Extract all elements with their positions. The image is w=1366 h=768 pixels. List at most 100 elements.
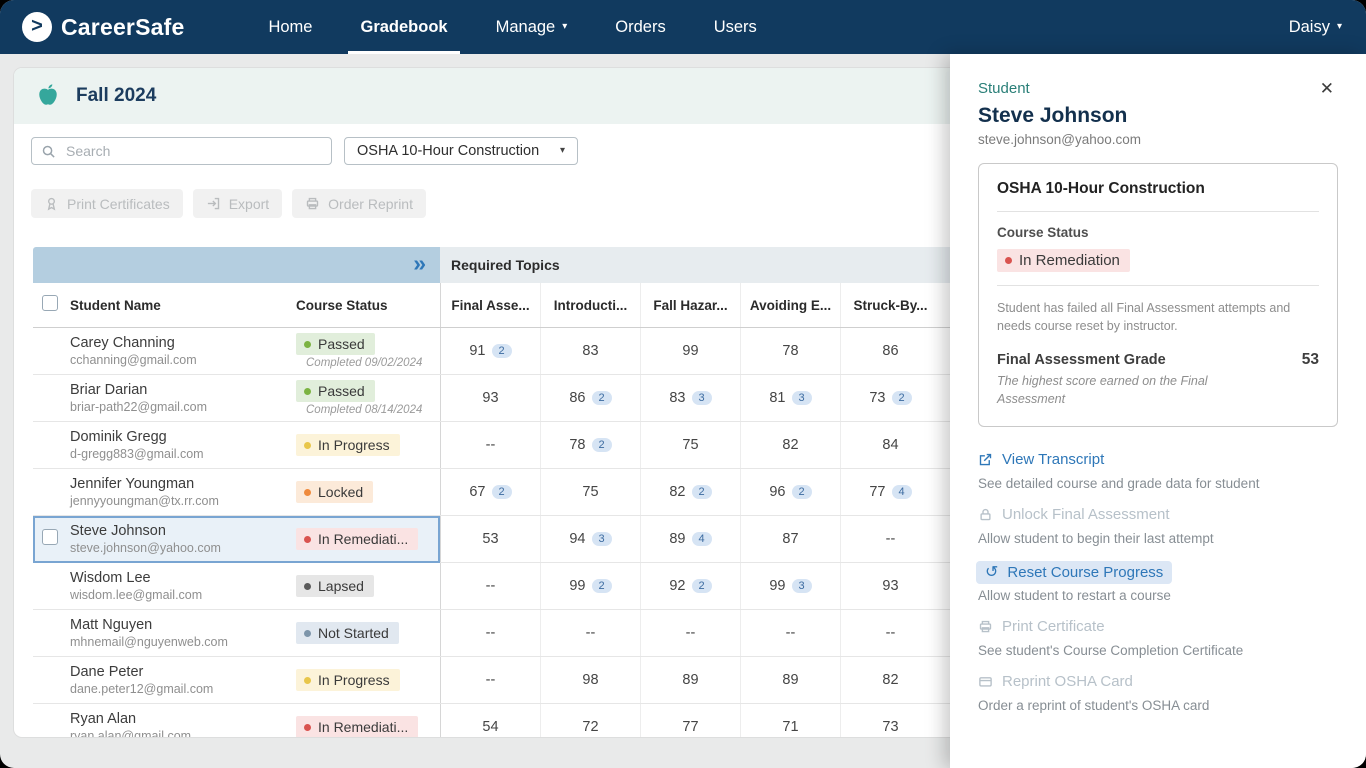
score-cell: 672 [440,469,540,515]
student-email: cchanning@gmail.com [70,353,290,367]
score-value: 87 [782,531,798,547]
reset-course-progress-button[interactable]: ↺Reset Course Progress [976,561,1172,584]
score-cell: 73 [840,704,940,737]
action-label: Print Certificate [1002,618,1105,635]
search-box [31,137,332,165]
user-name: Daisy [1289,18,1330,37]
score-cell: 98 [540,657,640,703]
attempts-chip: 3 [792,391,812,405]
brand-logo-icon: > [22,12,52,42]
status-badge: Lapsed [296,575,374,597]
score-cell: -- [640,610,740,656]
score-value: 77 [682,719,698,735]
search-input[interactable] [64,138,323,164]
student-name-cell: Dane Peterdane.peter12@gmail.com [64,664,290,696]
course-status-cell: In Progress [290,669,440,691]
nav-item-manage[interactable]: Manage ▾ [472,0,592,54]
view-transcript-button[interactable]: View Transcript [978,451,1104,468]
student-name: Briar Darian [70,382,290,398]
column-header-course-status[interactable]: Course Status [290,298,440,313]
user-menu[interactable]: Daisy ▾ [1289,18,1342,37]
score-value: 82 [669,484,685,500]
action-view-transcript: View TranscriptSee detailed course and g… [978,451,1338,491]
column-header-student-name[interactable]: Student Name [64,298,290,313]
reprint-osha-card-button[interactable]: Reprint OSHA Card [978,673,1133,690]
student-email: jennyyoungman@tx.rr.com [70,494,290,508]
toolbar-order-reprint-button[interactable]: Order Reprint [292,189,426,218]
score-cell: 72 [540,704,640,737]
status-badge: In Progress [296,669,400,691]
attempts-chip: 4 [892,485,912,499]
status-badge: In Remediati... [296,528,418,550]
score-value: -- [486,625,496,641]
student-email: dane.peter12@gmail.com [70,682,290,696]
status-label: In Remediati... [318,531,408,547]
nav-label: Manage [496,18,556,37]
print-certificate-button[interactable]: Print Certificate [978,618,1105,635]
score-cell: 822 [640,469,740,515]
unlock-final-assessment-button[interactable]: Unlock Final Assessment [978,506,1170,523]
score-cell: 962 [740,469,840,515]
score-value: -- [686,625,696,641]
column-header-struck-by[interactable]: Struck-By... [840,283,940,327]
select-all-checkbox[interactable] [42,295,58,311]
frozen-columns-header: » [33,247,440,283]
close-icon[interactable]: ✕ [1314,78,1340,100]
grade-value: 53 [1302,351,1319,369]
score-value: 89 [682,672,698,688]
row-checkbox[interactable] [42,529,58,545]
status-label: Passed [318,383,365,399]
nav-item-orders[interactable]: Orders [591,0,689,54]
course-status-cell: Lapsed [290,575,440,597]
score-cell: 53 [440,516,540,562]
status-dot-icon [304,442,311,449]
search-icon [41,144,56,159]
student-name-heading: Steve Johnson [978,104,1338,128]
brand-logo[interactable]: > CareerSafe [22,12,184,42]
toolbar-print-certificates-button[interactable]: Print Certificates [31,189,183,218]
status-label: Passed [318,336,365,352]
nav-item-users[interactable]: Users [690,0,781,54]
column-header-fall-hazards[interactable]: Fall Hazar... [640,283,740,327]
score-value: 86 [882,343,898,359]
score-value: 83 [669,390,685,406]
course-status-cell: Locked [290,481,440,503]
column-header-final-assessment[interactable]: Final Asse... [440,283,540,327]
course-filter-select[interactable]: OSHA 10-Hour Construction ▾ [344,137,578,165]
score-value: 96 [769,484,785,500]
action-description: Order a reprint of student's OSHA card [978,698,1338,713]
course-status-cell: PassedCompleted 08/14/2024 [290,380,440,416]
nav-label: Home [268,18,312,37]
toolbar-button-label: Export [229,196,269,212]
course-title: OSHA 10-Hour Construction [997,180,1319,198]
action-label: Unlock Final Assessment [1002,506,1170,523]
column-header-introduction[interactable]: Introducti... [540,283,640,327]
status-label: In Remediation [1019,252,1120,269]
student-email: d-gregg883@gmail.com [70,447,290,461]
app-window: > CareerSafe Home Gradebook Manage ▾ Orders U… [0,0,1366,768]
status-dot-icon [304,724,311,731]
caret-down-icon: ▾ [562,22,567,32]
score-value: 54 [482,719,498,735]
nav-label: Orders [615,18,665,37]
column-header-avoiding[interactable]: Avoiding E... [740,283,840,327]
toolbar-export-button[interactable]: Export [193,189,282,218]
required-topics-label: Required Topics [451,257,560,273]
divider [997,285,1319,286]
printer-icon [305,196,320,211]
action-description: See student's Course Completion Certific… [978,643,1338,658]
score-value: 78 [782,343,798,359]
status-dot-icon [304,388,311,395]
nav-item-gradebook[interactable]: Gradebook [336,0,471,54]
score-cell: 83 [540,328,640,374]
attempts-chip: 2 [892,391,912,405]
score-value: 89 [669,531,685,547]
toolbar-button-label: Order Reprint [328,196,413,212]
status-completed-date: Completed 09/02/2024 [306,357,440,369]
course-status-cell: Not Started [290,622,440,644]
attempts-chip: 2 [692,579,712,593]
export-icon [206,196,221,211]
expand-columns-icon[interactable]: » [413,252,426,275]
reset-icon: ↺ [985,565,998,581]
nav-item-home[interactable]: Home [244,0,336,54]
